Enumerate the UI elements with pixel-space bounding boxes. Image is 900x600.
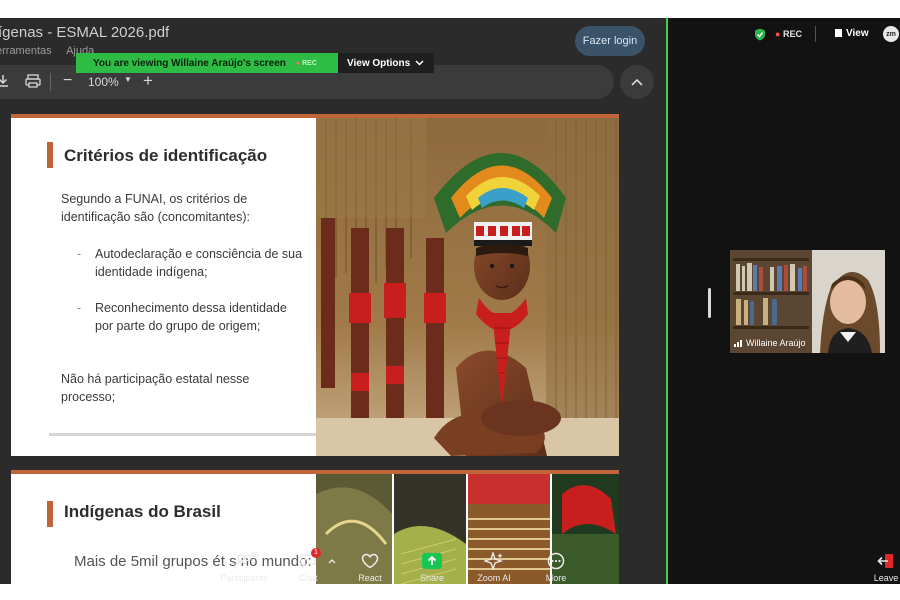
react-button[interactable]: React [340,550,400,583]
leave-button[interactable]: Leave [856,550,900,583]
chevron-up-icon [328,559,336,564]
chevron-down-icon [415,60,424,66]
zoom-in-icon[interactable]: + [143,71,153,91]
shield-icon[interactable] [754,28,766,41]
share-banner-text: You are viewing Willaine Araújo's screen [93,57,286,69]
menu-item-tools[interactable]: erramentas [0,45,52,57]
slide-intro-text: Segundo a FUNAI, os critérios de identif… [61,192,250,224]
toolbar-divider [50,73,51,91]
sparkle-icon [484,552,504,570]
slide-bullet: Reconhecimento dessa identidade por part… [77,299,305,335]
download-icon[interactable] [0,74,10,88]
screen-share-banner: You are viewing Willaine Araújo's screen… [76,53,338,73]
share-rec-indicator: ● REC [295,59,317,67]
pdf-document-title: ígenas - ESMAL 2026.pdf [0,24,170,41]
zoom-logo: zm [883,26,899,42]
topbar-divider [815,26,816,42]
slide-title-accent [47,142,53,168]
panel-resize-handle[interactable] [708,288,711,318]
heart-icon [361,553,379,569]
zoom-ai-button[interactable]: Zoom AI [464,550,524,583]
share-button[interactable]: Share [402,550,462,583]
recording-indicator[interactable]: ● REC [775,29,802,39]
participants-count: 69 [251,552,259,559]
zoom-level[interactable]: 100% [88,75,119,89]
slide-note-text: Não há participação estatal nesse proces… [61,372,250,404]
slide-bullet: Autodeclaração e consciência de sua iden… [77,245,305,281]
chat-button[interactable]: 1 Chat [278,548,338,583]
leave-icon [877,554,893,568]
shared-screen: ígenas - ESMAL 2026.pdf erramentas Ajuda… [0,18,668,584]
participant-name: Willaine Araújo [734,338,806,348]
participants-button[interactable]: 69 Participants [214,550,274,583]
more-icon [547,552,565,570]
slide-title: Critérios de identificação [64,146,268,165]
indigenous-child-photo [316,118,619,456]
slide-criterios: Critérios de identificação Segundo a FUN… [11,114,619,456]
slide-title-accent [47,501,53,527]
meeting-window: ígenas - ESMAL 2026.pdf erramentas Ajuda… [0,18,900,584]
slide-divider [49,433,317,436]
print-icon[interactable] [25,74,41,88]
view-options-button[interactable]: View Options [338,53,434,73]
view-button[interactable]: View [835,28,869,39]
zoom-dropdown-icon[interactable]: ▼ [124,75,132,84]
zoom-out-icon[interactable]: − [63,72,72,90]
meeting-controls-bar: 69 Participants 1 Chat React Share Zoom … [0,548,900,584]
collapse-toolbar-icon[interactable] [620,65,654,99]
participant-video-tile[interactable]: Willaine Araújo [730,250,885,353]
view-icon [835,29,842,37]
signal-strength-icon [734,340,742,347]
login-button[interactable]: Fazer login [575,26,645,56]
slide-title: Indígenas do Brasil [64,502,221,521]
more-button[interactable]: More [526,550,586,583]
share-screen-icon [422,553,442,569]
